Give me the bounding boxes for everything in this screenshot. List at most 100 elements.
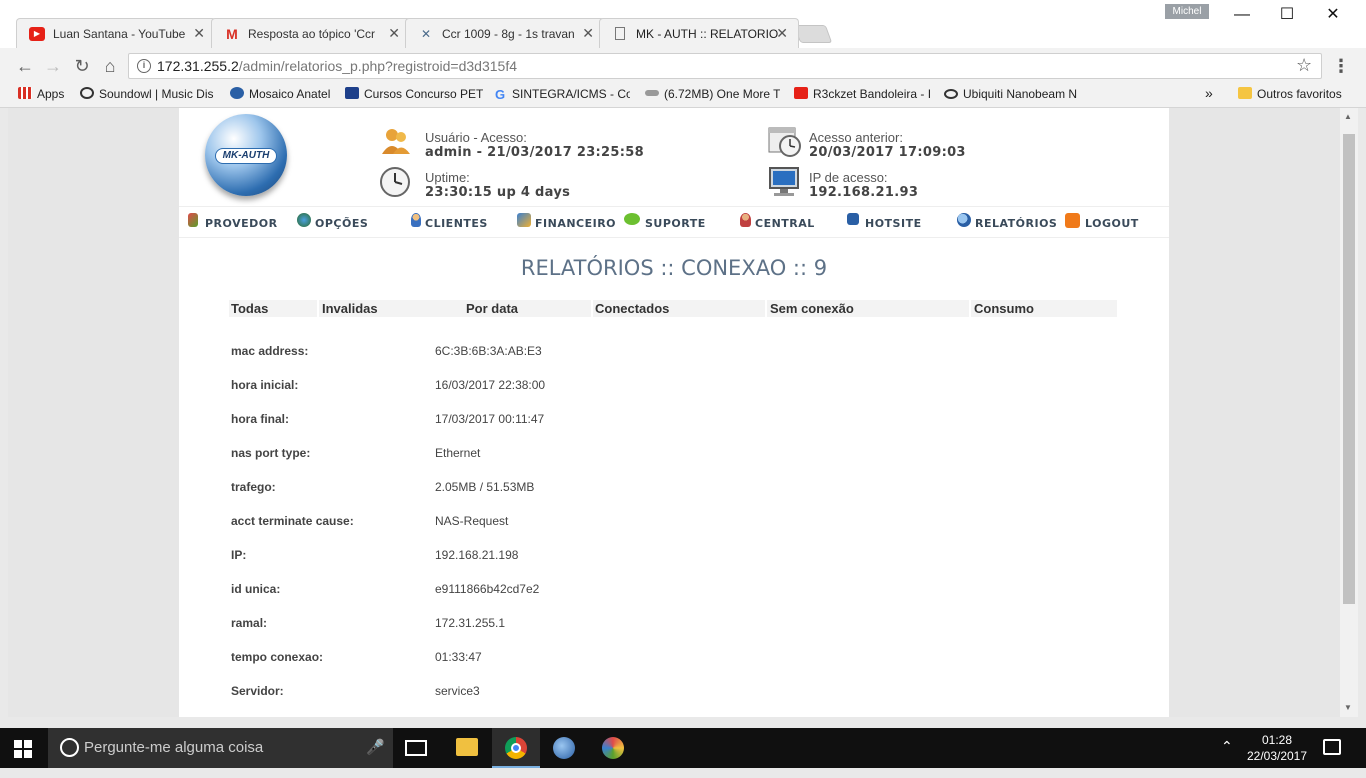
field-label: ramal:	[231, 616, 268, 630]
bookmark-mosaico-anatel[interactable]: Mosaico Anatel	[230, 87, 330, 101]
finance-icon	[517, 213, 531, 227]
site-info-icon[interactable]: i	[137, 59, 151, 73]
browser-tab-mkauth[interactable]: MK - AUTH :: RELATORIO ✕	[599, 18, 799, 48]
tab-label: Luan Santana - YouTube	[53, 27, 186, 41]
tab-todas[interactable]: Todas	[231, 301, 268, 316]
page-viewport: MK-AUTH Usuário - Acesso: admin - 21/03/…	[8, 108, 1340, 717]
bookmark-soundowl[interactable]: Soundowl | Music Dis	[80, 87, 220, 101]
bookmark-sintegra[interactable]: G SINTEGRA/ICMS - Co	[495, 87, 630, 101]
nav-hotsite[interactable]: HOTSITE	[847, 213, 922, 230]
tab-close-icon[interactable]: ✕	[582, 25, 594, 42]
nav-financeiro[interactable]: FINANCEIRO	[517, 213, 616, 230]
close-window-button[interactable]: ✕	[1310, 4, 1356, 26]
clock-date: 22/03/2017	[1246, 749, 1308, 763]
report-search-icon	[957, 213, 971, 227]
tab-invalidas[interactable]: Invalidas	[322, 301, 378, 316]
nav-label: LOGOUT	[1085, 217, 1139, 230]
tray-chevron-icon[interactable]: ⌃	[1221, 738, 1233, 778]
tab-sem-conexao[interactable]: Sem conexão	[770, 301, 854, 316]
bookmark-other-favorites[interactable]: Outros favoritos	[1238, 87, 1342, 101]
main-nav: PROVEDOR OPÇÕES CLIENTES FINANCEIRO SUPO…	[179, 206, 1169, 238]
url-path: /admin/relatorios_p.php?registroid=d3d31…	[238, 58, 517, 74]
taskbar-search-box[interactable]: Pergunte-me alguma coisa 🎤	[48, 728, 393, 768]
nav-central[interactable]: CENTRAL	[740, 213, 815, 230]
task-view-icon[interactable]	[405, 740, 427, 756]
paint-icon[interactable]	[602, 737, 624, 759]
minimize-button[interactable]: —	[1219, 4, 1265, 26]
back-icon[interactable]: ←	[14, 56, 36, 76]
window-user-badge[interactable]: Michel	[1165, 4, 1209, 19]
bookmark-apps[interactable]: Apps	[18, 87, 64, 101]
windows-start-icon[interactable]	[14, 740, 32, 758]
tab-close-icon[interactable]: ✕	[776, 25, 788, 42]
bookmark-one-more[interactable]: (6.72MB) One More Ti	[645, 87, 780, 101]
file-explorer-icon[interactable]	[456, 738, 478, 756]
winbox-icon[interactable]	[553, 737, 575, 759]
bookmark-r3ckzet[interactable]: R3ckzet Bandoleira - I	[794, 87, 934, 101]
scrollbar-thumb[interactable]	[1343, 134, 1355, 604]
nav-opcoes[interactable]: OPÇÕES	[297, 213, 369, 230]
bookmark-label: Cursos Concurso PETR	[364, 87, 483, 101]
tab-consumo[interactable]: Consumo	[974, 301, 1034, 316]
bookmark-label: Mosaico Anatel	[249, 87, 331, 101]
user-access-info: Usuário - Acesso: admin - 21/03/2017 23:…	[425, 130, 644, 160]
chrome-taskbar-button[interactable]	[492, 728, 540, 768]
address-bar[interactable]: i 172.31.255.2/admin/relatorios_p.php?re…	[128, 53, 1322, 79]
field-row-ip: IP: 192.168.21.198	[231, 548, 831, 564]
tab-close-icon[interactable]: ✕	[193, 25, 205, 42]
scroll-down-icon[interactable]: ▼	[1344, 703, 1352, 712]
maximize-button[interactable]: ☐	[1264, 4, 1310, 26]
browser-tab-gmail[interactable]: M Resposta ao tópico 'Ccr ✕	[211, 18, 411, 48]
field-row-nas-port-type: nas port type: Ethernet	[231, 446, 831, 462]
forward-icon[interactable]: →	[42, 56, 64, 76]
user-access-value: admin - 21/03/2017 23:25:58	[425, 145, 644, 160]
bookmarks-bar: Apps Soundowl | Music Dis Mosaico Anatel…	[0, 84, 1366, 108]
bookmark-star-icon[interactable]: ☆	[1296, 55, 1312, 76]
bookmarks-overflow-button[interactable]: »	[1205, 85, 1213, 101]
tab-por-data[interactable]: Por data	[466, 301, 518, 316]
nav-suporte[interactable]: SUPORTE	[624, 213, 706, 230]
bookmark-ubiquiti[interactable]: Ubiquiti Nanobeam N	[944, 87, 1079, 101]
user-access-label: Usuário - Acesso:	[425, 130, 527, 145]
field-label: mac address:	[231, 344, 309, 358]
link-icon	[645, 90, 659, 96]
tab-conectados[interactable]: Conectados	[595, 301, 669, 316]
field-label: acct terminate cause:	[231, 514, 354, 528]
scroll-up-icon[interactable]: ▲	[1344, 112, 1352, 121]
browser-tab-forum[interactable]: ✕ Ccr 1009 - 8g - 1s travan ✕	[405, 18, 605, 48]
new-tab-button[interactable]	[793, 25, 833, 43]
page-scrollbar[interactable]: ▲ ▼	[1340, 108, 1358, 717]
nav-label: HOTSITE	[865, 217, 922, 230]
browser-menu-icon[interactable]: ⋮	[1332, 56, 1350, 77]
nav-logout[interactable]: LOGOUT	[1065, 213, 1139, 230]
field-value: NAS-Request	[435, 514, 509, 528]
field-value: service3	[435, 684, 480, 698]
page-title: RELATÓRIOS :: CONEXAO :: 9	[520, 256, 828, 280]
taskbar-clock[interactable]: 01:28 22/03/2017	[1246, 732, 1308, 764]
action-center-icon[interactable]	[1323, 739, 1341, 755]
bookmark-label: Outros favoritos	[1257, 87, 1342, 101]
field-value: 2.05MB / 51.53MB	[435, 480, 535, 494]
soundowl-icon	[80, 87, 94, 99]
bookmark-cursos-concurso[interactable]: Cursos Concurso PETR	[345, 87, 483, 101]
tab-divider	[591, 300, 593, 317]
mk-auth-logo[interactable]: MK-AUTH	[205, 114, 287, 196]
reload-icon[interactable]: ↻	[71, 56, 93, 76]
field-value: 6C:3B:6B:3A:AB:E3	[435, 344, 542, 358]
provedor-icon	[188, 213, 198, 227]
field-value: 17/03/2017 00:11:47	[435, 412, 545, 426]
nav-relatorios[interactable]: RELATÓRIOS	[957, 213, 1057, 230]
ubiquiti-icon	[944, 89, 958, 99]
browser-tab-youtube[interactable]: ▶ Luan Santana - YouTube ✕	[16, 18, 216, 48]
calendar-clock-icon	[768, 126, 801, 157]
url-host: 172.31.255.2	[157, 58, 239, 74]
field-row-acct-terminate-cause: acct terminate cause: NAS-Request	[231, 514, 831, 530]
home-icon[interactable]: ⌂	[99, 56, 121, 76]
nav-label: OPÇÕES	[315, 217, 369, 230]
nav-provedor[interactable]: PROVEDOR	[188, 213, 278, 230]
field-row-trafego: trafego: 2.05MB / 51.53MB	[231, 480, 831, 496]
nav-clientes[interactable]: CLIENTES	[411, 213, 488, 230]
microphone-icon[interactable]: 🎤	[366, 738, 385, 756]
tab-close-icon[interactable]: ✕	[388, 25, 400, 42]
cursos-icon	[345, 87, 359, 99]
